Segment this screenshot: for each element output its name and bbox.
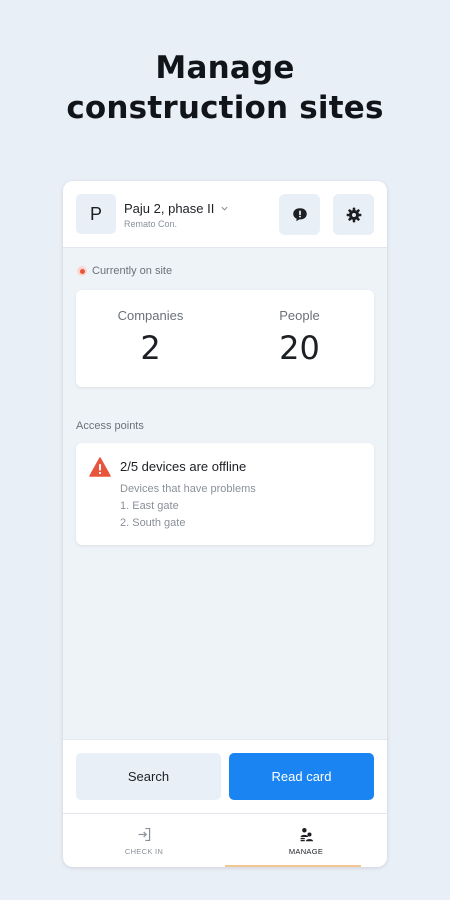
headline: Manage construction sites — [0, 48, 450, 128]
offline-devices-card[interactable]: 2/5 devices are offline Devices that hav… — [76, 443, 374, 545]
chat-alert-icon — [292, 207, 307, 221]
site-name: Paju 2, phase II — [124, 201, 215, 216]
nav-check-in[interactable]: CHECK IN — [63, 814, 225, 867]
site-avatar[interactable]: P — [76, 194, 116, 234]
active-tab-indicator — [225, 865, 361, 867]
companies-count: 2 — [140, 329, 161, 367]
site-status: Currently on site — [77, 265, 172, 277]
gear-icon — [346, 207, 361, 222]
check-in-icon — [138, 827, 150, 842]
nav-check-in-label: CHECK IN — [124, 847, 164, 856]
people-label: People — [279, 308, 320, 323]
chevron-down-icon — [221, 206, 228, 211]
people-stat: People 20 — [225, 290, 374, 367]
people-count: 20 — [279, 329, 320, 367]
site-company: Remato Con. — [124, 219, 178, 229]
headline-line-2: construction sites — [66, 90, 384, 126]
app-screen: P Paju 2, phase II Remato Con. Currently… — [63, 181, 387, 867]
companies-label: Companies — [117, 308, 184, 323]
nav-manage[interactable]: MANAGE — [225, 814, 387, 867]
feedback-button[interactable] — [279, 194, 320, 235]
status-label: Currently on site — [92, 265, 173, 277]
companies-stat: Companies 2 — [76, 290, 225, 367]
nav-manage-label: MANAGE — [288, 847, 324, 856]
access-points-label: Access points — [76, 420, 144, 432]
stats-card: Companies 2 People 20 — [76, 290, 374, 387]
top-bar: P Paju 2, phase II Remato Con. — [63, 181, 387, 248]
site-selector[interactable]: Paju 2, phase II — [124, 201, 229, 216]
manage-workers-icon — [300, 828, 313, 842]
warning-icon — [89, 457, 111, 477]
search-button[interactable]: Search — [76, 753, 221, 800]
bottom-nav: CHECK IN MANAGE — [63, 813, 387, 867]
device-item: 1. East gate — [120, 500, 179, 512]
status-dot-icon — [77, 266, 87, 276]
device-item: 2. South gate — [120, 517, 186, 529]
headline-line-1: Manage — [155, 50, 295, 86]
settings-button[interactable] — [333, 194, 374, 235]
action-area: Search Read card — [63, 739, 387, 813]
alert-subtitle: Devices that have problems — [120, 483, 256, 495]
alert-title: 2/5 devices are offline — [120, 459, 247, 474]
read-card-button[interactable]: Read card — [229, 753, 374, 800]
